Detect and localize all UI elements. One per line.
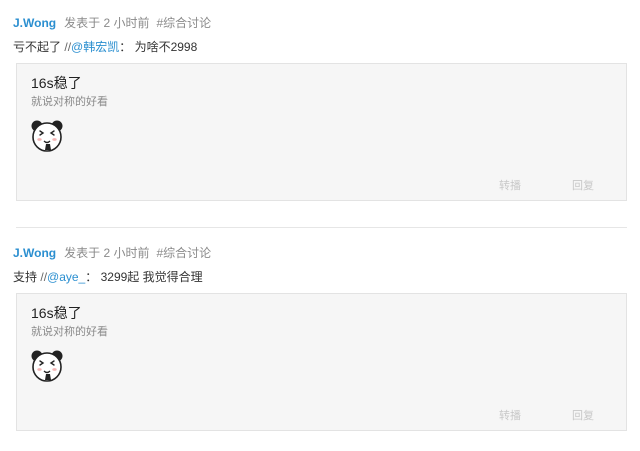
forward-button[interactable]: 转播 (499, 410, 521, 423)
post-time: 发表于 2 小时前 (64, 246, 150, 260)
quoted-post[interactable]: 16s稳了 就说对称的好看 转播 回复 (16, 293, 627, 431)
comment-text: 支持 (13, 270, 38, 284)
topic-tag[interactable]: #综合讨论 (156, 16, 211, 30)
post-meta: J.Wong 发表于 2 小时前 #综合讨论 (13, 16, 211, 30)
mention-colon: ： (119, 40, 132, 54)
quote-title: 16s稳了 (31, 75, 82, 91)
reply-button[interactable]: 回复 (572, 180, 594, 193)
panda-face-icon[interactable] (30, 349, 64, 383)
post-time: 发表于 2 小时前 (64, 16, 150, 30)
reply-button[interactable]: 回复 (572, 410, 594, 423)
reply-text: 为啥不2998 (134, 40, 198, 54)
mention-colon: ： (85, 270, 98, 284)
post-divider (16, 227, 627, 228)
topic-tag[interactable]: #综合讨论 (156, 246, 211, 260)
forward-button[interactable]: 转播 (499, 180, 521, 193)
mention-link[interactable]: @韩宏凯 (71, 40, 119, 54)
quote-subtitle: 就说对称的好看 (31, 96, 108, 108)
quote-title: 16s稳了 (31, 305, 82, 321)
post-meta: J.Wong 发表于 2 小时前 #综合讨论 (13, 246, 211, 260)
panda-face-icon[interactable] (30, 119, 64, 153)
quoted-post[interactable]: 16s稳了 就说对称的好看 转播 回复 (16, 63, 627, 201)
post-comment: 亏不起了 //@韩宏凯： 为啥不2998 (13, 40, 197, 54)
reply-text: 3299起 我觉得合理 (100, 270, 203, 284)
author-link[interactable]: J.Wong (13, 246, 56, 260)
mention-link[interactable]: @aye_ (47, 270, 85, 284)
comment-text: 亏不起了 (13, 40, 62, 54)
author-link[interactable]: J.Wong (13, 16, 56, 30)
post-comment: 支持 //@aye_： 3299起 我觉得合理 (13, 270, 203, 284)
quote-subtitle: 就说对称的好看 (31, 326, 108, 338)
